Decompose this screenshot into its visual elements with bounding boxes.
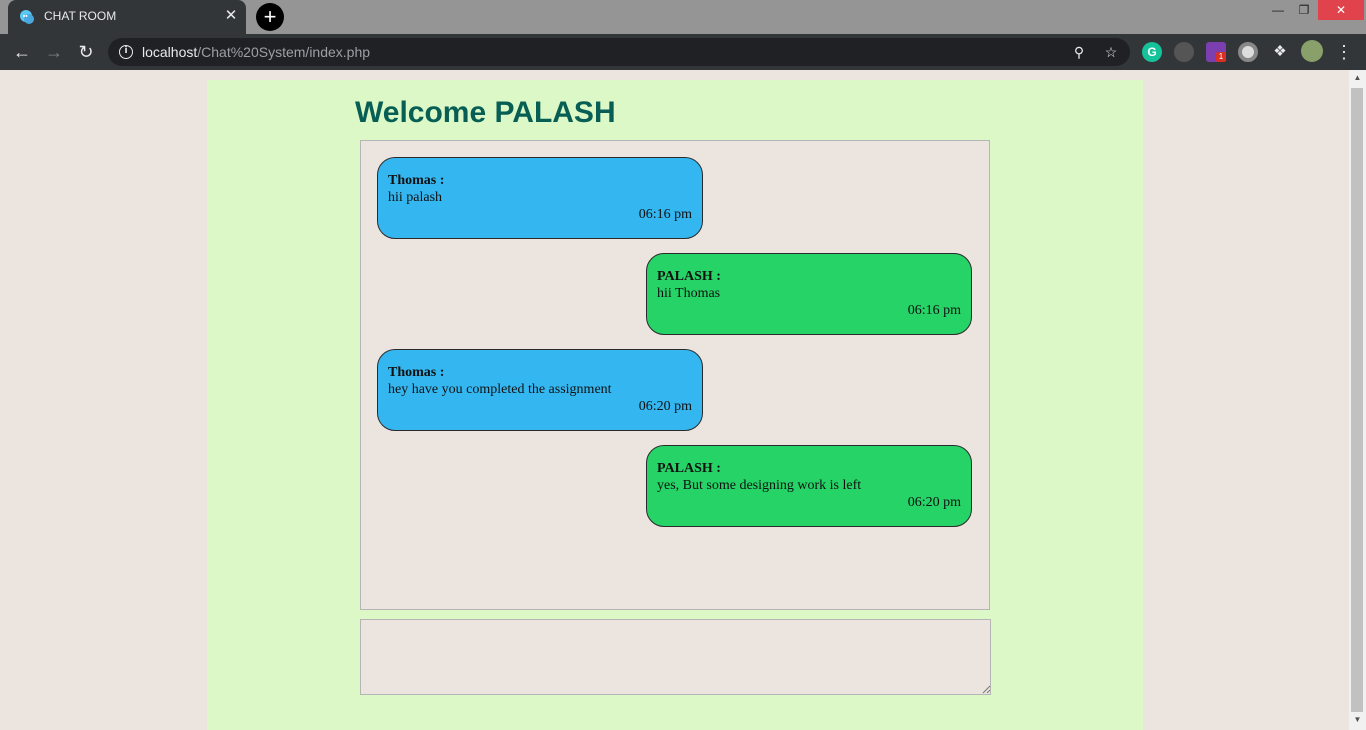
scroll-up-icon[interactable]: ▲ (1349, 70, 1366, 86)
scroll-down-icon[interactable]: ▼ (1349, 712, 1366, 728)
forward-arrow-icon[interactable]: → (42, 40, 66, 64)
close-tab-icon[interactable]: ✕ (222, 7, 240, 25)
chat-container: Welcome PALASH Thomas : hii palash 06:16… (207, 80, 1143, 730)
message-bubble-incoming: Thomas : hey have you completed the assi… (377, 349, 703, 431)
tab-title: CHAT ROOM (44, 9, 117, 23)
zoom-icon[interactable]: ⚲ (1070, 43, 1088, 61)
message-time: 06:16 pm (638, 207, 692, 222)
message-text: hii Thomas (657, 286, 721, 301)
message-sender: PALASH : (657, 461, 721, 476)
message-sender: Thomas : (388, 365, 445, 380)
bookmark-star-icon[interactable]: ☆ (1102, 43, 1120, 61)
message-sender: Thomas : (388, 173, 445, 188)
message-bubble-outgoing: PALASH : yes, But some designing work is… (646, 445, 972, 527)
address-bar[interactable]: i localhost/Chat%20System/index.php ⚲ ☆ (108, 38, 1130, 66)
message-text: yes, But some designing work is left (657, 478, 862, 493)
url-host: localhost (142, 44, 198, 60)
message-input[interactable] (360, 619, 991, 695)
reload-icon[interactable]: ↻ (74, 40, 98, 64)
message-time: 06:20 pm (907, 495, 961, 510)
extension-badge: 1 (1216, 52, 1226, 62)
url-path: /Chat%20System/index.php (197, 44, 371, 60)
browser-tab[interactable]: CHAT ROOM ✕ (8, 0, 246, 34)
window-close-icon[interactable]: ✕ (1318, 0, 1364, 20)
extensions-puzzle-icon[interactable]: ❖ (1268, 40, 1292, 64)
message-text: hey have you completed the assignment (388, 382, 612, 397)
record-icon[interactable] (1238, 42, 1258, 62)
url-text[interactable]: localhost/Chat%20System/index.php (142, 44, 370, 60)
profile-avatar[interactable] (1301, 40, 1323, 62)
menu-kebab-icon[interactable]: ⋮ (1332, 40, 1356, 64)
message-text: hii palash (388, 190, 443, 205)
info-icon[interactable]: i (119, 45, 133, 59)
page-scrollbar[interactable]: ▲ ▼ (1349, 70, 1366, 730)
welcome-heading: Welcome PALASH (355, 96, 616, 129)
grammarly-icon[interactable]: G (1142, 42, 1162, 62)
back-arrow-icon[interactable]: ← (10, 40, 34, 64)
message-sender: PALASH : (657, 269, 721, 284)
message-bubble-incoming: Thomas : hii palash 06:16 pm (377, 157, 703, 239)
extension-cloud-icon[interactable] (1174, 42, 1194, 62)
chat-favicon-icon (20, 10, 34, 24)
browser-toolbar: ← → ↻ i localhost/Chat%20System/index.ph… (0, 34, 1366, 70)
new-tab-button[interactable]: + (256, 3, 284, 31)
message-bubble-outgoing: PALASH : hii Thomas 06:16 pm (646, 253, 972, 335)
minimize-icon[interactable]: — (1266, 0, 1290, 20)
chat-messages-box[interactable]: Thomas : hii palash 06:16 pm PALASH : hi… (360, 140, 990, 610)
browser-tab-strip: CHAT ROOM ✕ + — ❐ ✕ (0, 0, 1366, 34)
resize-grip-icon[interactable] (982, 685, 991, 694)
extension-flag-icon[interactable]: 1 (1206, 42, 1226, 62)
restore-icon[interactable]: ❐ (1292, 0, 1316, 20)
message-time: 06:16 pm (907, 303, 961, 318)
scroll-thumb[interactable] (1351, 88, 1363, 712)
message-time: 06:20 pm (638, 399, 692, 414)
